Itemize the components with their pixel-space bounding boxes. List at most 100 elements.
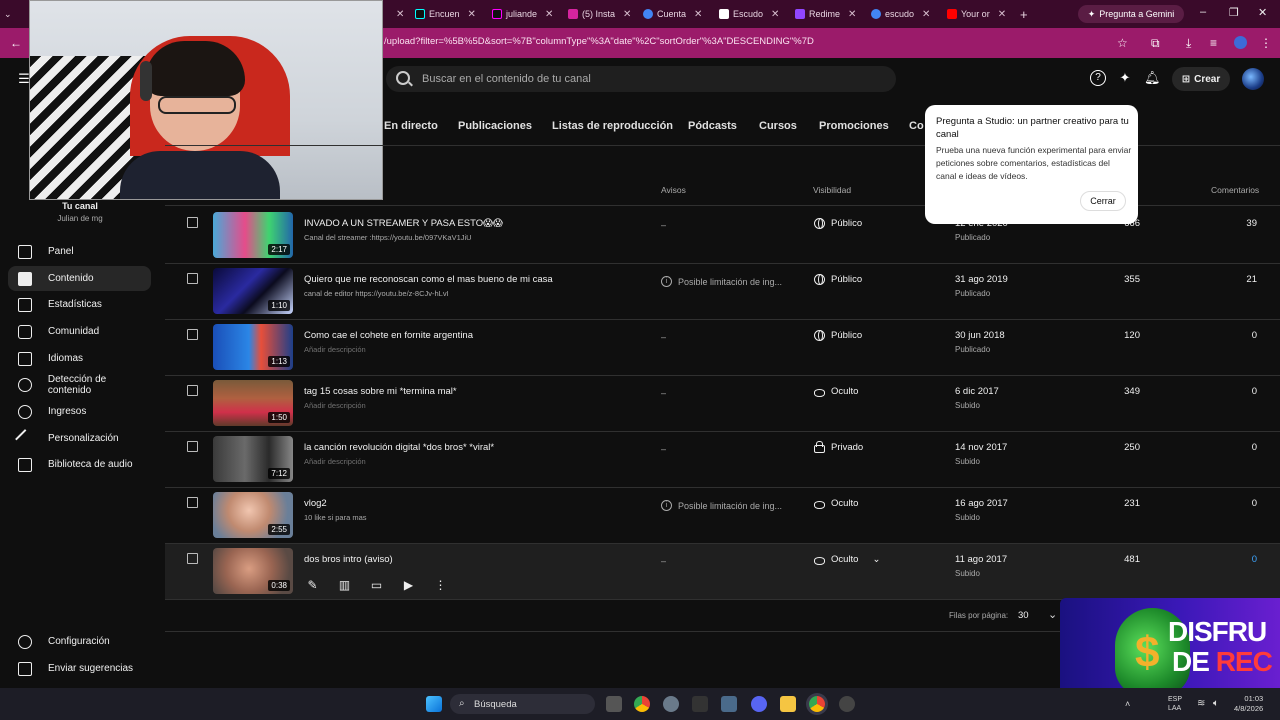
calculator-icon[interactable] <box>721 696 737 712</box>
tab-collaborations[interactable]: Co <box>909 120 924 132</box>
comment-count[interactable]: 0 <box>1215 554 1257 565</box>
comments-icon[interactable]: ▭ <box>369 578 384 592</box>
comment-count[interactable]: 0 <box>1215 498 1257 509</box>
minimize-button[interactable]: – <box>1200 6 1206 18</box>
sidebar-item-content[interactable]: Contenido <box>8 266 151 291</box>
video-thumbnail[interactable]: 2:55 <box>213 492 293 538</box>
chrome-icon[interactable] <box>809 696 825 712</box>
create-button[interactable]: ⊞ Crear <box>1172 67 1230 91</box>
row-checkbox[interactable] <box>187 273 198 284</box>
row-checkbox[interactable] <box>187 441 198 452</box>
comment-count[interactable]: 21 <box>1215 274 1257 285</box>
browser-tab-1[interactable]: juliande ✕ <box>492 4 553 24</box>
row-checkbox[interactable] <box>187 497 198 508</box>
tab-playlists[interactable]: Listas de reproducción <box>552 120 673 132</box>
analytics-icon[interactable]: ▥ <box>337 578 352 592</box>
video-thumbnail[interactable]: 2:17 <box>213 212 293 258</box>
column-header-visibility[interactable]: Visibilidad <box>813 185 851 195</box>
comment-count[interactable]: 0 <box>1215 442 1257 453</box>
menu-dots-icon[interactable]: ⋮ <box>1260 36 1272 50</box>
browser-tab-4[interactable]: Escudo ✕ <box>719 4 779 24</box>
settings-gear-icon[interactable] <box>663 696 679 712</box>
browser-tab-5[interactable]: Redime ✕ <box>795 4 856 24</box>
visibility-status[interactable]: Privado <box>814 441 863 453</box>
restrictions[interactable]: i Posible limitación de ing... <box>661 500 782 511</box>
task-view-icon[interactable] <box>606 696 622 712</box>
video-title[interactable]: la canción revolución digital *dos bros*… <box>304 442 494 453</box>
obs-icon[interactable] <box>839 696 855 712</box>
browser-tab-6[interactable]: escudo ✕ <box>871 4 930 24</box>
visibility-status[interactable]: Público <box>814 274 862 285</box>
chevron-down-icon[interactable]: ⌄ <box>1048 608 1057 621</box>
edit-pencil-icon[interactable]: ✎ <box>305 578 320 592</box>
maximize-button[interactable]: ❐ <box>1229 6 1239 19</box>
back-arrow-icon[interactable]: ← <box>10 36 22 50</box>
tab-podcasts[interactable]: Pódcasts <box>688 120 737 132</box>
tab-courses[interactable]: Cursos <box>759 120 797 132</box>
table-row[interactable]: 1:10 Quiero que me reconoscan como el ma… <box>165 264 1280 320</box>
comment-count[interactable]: 0 <box>1215 386 1257 397</box>
video-title[interactable]: Como cae el cohete en fornite argentina <box>304 330 473 341</box>
comment-count[interactable]: 0 <box>1215 330 1257 341</box>
video-title[interactable]: tag 15 cosas sobre mi *termina mal* <box>304 386 457 397</box>
tab-close-previous[interactable]: ✕ <box>392 4 404 24</box>
restrictions[interactable]: i Posible limitación de ing... <box>661 276 782 287</box>
download-icon[interactable]: ⤓ <box>1186 36 1191 51</box>
browser-tab-0[interactable]: Encuen ✕ <box>415 4 476 24</box>
bookmark-star-icon[interactable]: ☆ <box>1117 36 1128 50</box>
studio-assistant-icon[interactable]: ✦ <box>1117 70 1133 86</box>
video-title[interactable]: Quiero que me reconoscan como el mas bue… <box>304 274 553 285</box>
column-header-comments[interactable]: Comentarios <box>1211 185 1259 195</box>
sidebar-item-content-detection[interactable]: Detección de contenido <box>8 372 151 397</box>
tab-promotions[interactable]: Promociones <box>819 120 889 132</box>
taskbar-search[interactable] <box>450 694 595 714</box>
close-window-button[interactable]: ✕ <box>1258 6 1267 19</box>
column-header-avisos[interactable]: Avisos <box>661 185 686 195</box>
sidebar-item-analytics[interactable]: Estadísticas <box>8 292 151 317</box>
notifications-bell-icon[interactable]: 🔔︎ <box>1144 70 1161 86</box>
url-field[interactable]: /upload?filter=%5B%5D&sort=%7B"columnTyp… <box>384 36 814 47</box>
table-row[interactable]: 2:55 vlog2 10 like si para mas i Posible … <box>165 488 1280 544</box>
discord-icon[interactable] <box>751 696 767 712</box>
comment-count[interactable]: 39 <box>1215 218 1257 229</box>
row-checkbox[interactable] <box>187 553 198 564</box>
youtube-play-icon[interactable]: ▶ <box>401 578 416 592</box>
table-row[interactable]: 7:12 la canción revolución digital *dos … <box>165 432 1280 488</box>
video-title[interactable]: vlog2 <box>304 498 327 509</box>
clock[interactable]: 01:03 4/8/2026 <box>1234 694 1263 714</box>
add-description-placeholder[interactable]: Añadir descripción <box>304 457 366 466</box>
sidebar-item-earn[interactable]: Ingresos <box>8 399 151 424</box>
visibility-dropdown[interactable]: Oculto ⌄ <box>814 554 880 565</box>
add-description-placeholder[interactable]: Añadir descripción <box>304 401 366 410</box>
video-title[interactable]: INVADO A UN STREAMER Y PASA ESTO😱😱 <box>304 218 503 229</box>
help-icon[interactable]: ? <box>1090 70 1106 86</box>
search-input[interactable]: Buscar en el contenido de tu canal <box>422 73 591 85</box>
table-row[interactable]: 0:38 dos bros intro (aviso) ✎ ▥ ▭ ▶ ⋮ – … <box>165 544 1280 600</box>
more-options-icon[interactable]: ⋮ <box>433 578 448 592</box>
tab-posts[interactable]: Publicaciones <box>458 120 532 132</box>
keyboard-language[interactable]: ESP LAA <box>1168 695 1182 713</box>
visibility-status[interactable]: Público <box>814 330 862 341</box>
table-row[interactable]: 1:50 tag 15 cosas sobre mi *termina mal*… <box>165 376 1280 432</box>
wifi-icon[interactable]: ≋ <box>1197 698 1205 709</box>
profile-icon[interactable] <box>1234 36 1247 49</box>
popup-close-button[interactable]: Cerrar <box>1080 191 1126 211</box>
file-explorer-icon[interactable] <box>780 696 796 712</box>
video-thumbnail[interactable]: 7:12 <box>213 436 293 482</box>
chevron-up-icon[interactable]: ˄ <box>1125 699 1130 709</box>
sidebar-item-settings[interactable]: Configuración <box>8 629 151 654</box>
video-title[interactable]: dos bros intro (aviso) <box>304 554 393 565</box>
sidebar-item-community[interactable]: Comunidad <box>8 319 151 344</box>
sidebar-item-feedback[interactable]: Enviar sugerencias <box>8 656 151 681</box>
capcut-icon[interactable] <box>692 696 708 712</box>
video-thumbnail[interactable]: 0:38 <box>213 548 293 594</box>
media-controls-icon[interactable]: ≡ <box>1210 36 1217 50</box>
tab-list-button[interactable]: ⌄ <box>4 4 12 24</box>
add-description-placeholder[interactable]: Añadir descripción <box>304 345 366 354</box>
video-thumbnail[interactable]: 1:13 <box>213 324 293 370</box>
video-thumbnail[interactable]: 1:10 <box>213 268 293 314</box>
visibility-status[interactable]: Oculto <box>814 386 858 397</box>
row-checkbox[interactable] <box>187 385 198 396</box>
chrome-icon[interactable] <box>634 696 650 712</box>
volume-icon[interactable]: 🔈︎ <box>1213 698 1219 709</box>
